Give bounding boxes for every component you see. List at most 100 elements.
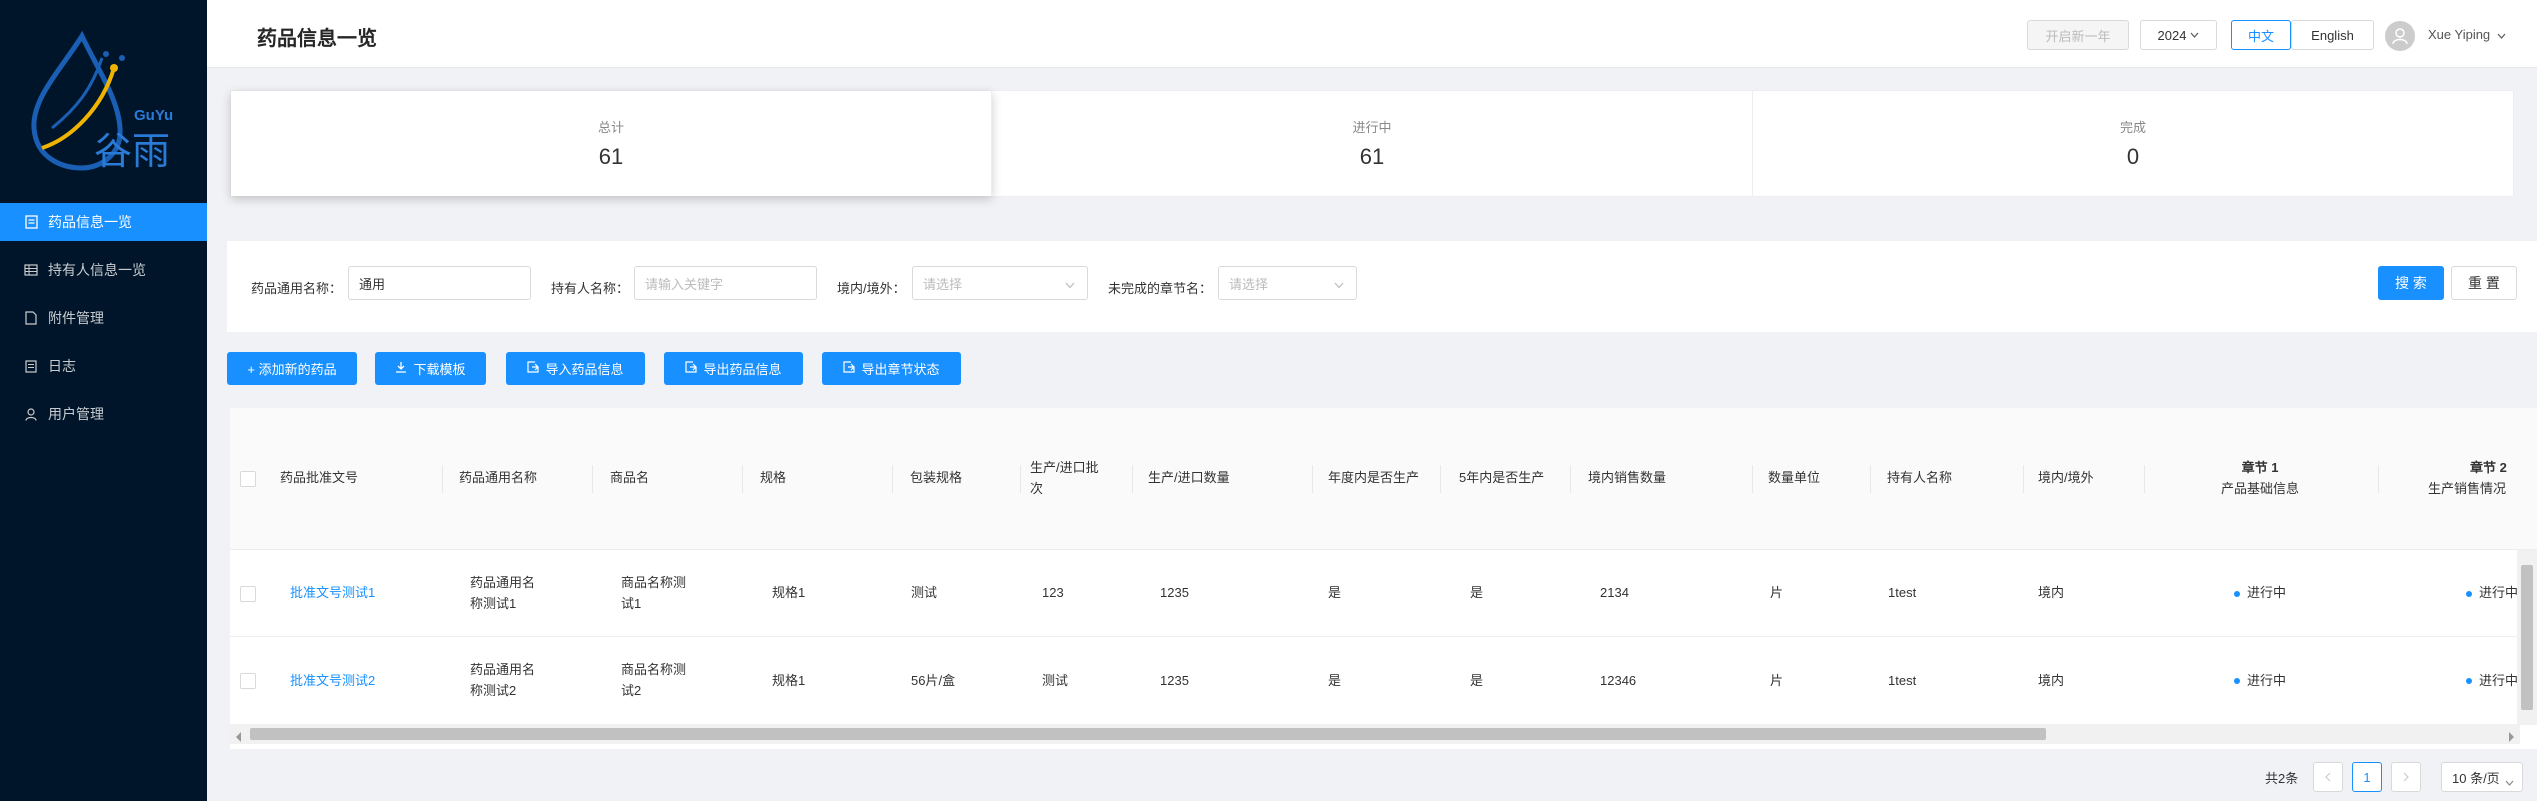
domestic-placeholder: 请选择 (923, 276, 963, 292)
trade-name-line1: 商品名称测 (621, 574, 687, 590)
row-select-cell (240, 551, 256, 636)
year-select[interactable]: 2024 (2140, 20, 2217, 50)
th-batch-line1: 生产/进口批 (1030, 459, 1099, 475)
next-page-button[interactable] (2391, 762, 2421, 792)
export-icon (685, 361, 698, 376)
cell-quantity: 1235 (1160, 672, 1189, 688)
add-drug-button[interactable]: + 添加新的药品 (227, 352, 357, 385)
start-new-year-button[interactable]: 开启新一年 (2027, 20, 2129, 50)
column-divider (892, 465, 893, 493)
export-icon (843, 361, 856, 376)
download-icon (395, 361, 407, 376)
sidebar-item-drug-info[interactable]: 药品信息一览 (0, 203, 207, 241)
th-domestic-sales[interactable]: 境内销售数量 (1588, 408, 1666, 549)
column-divider (1870, 465, 1871, 493)
cell-generic-name: 药品通用名 称测试1 (470, 551, 535, 636)
th-chapter-1[interactable]: 章节 1 产品基础信息 (2144, 408, 2376, 549)
page-size-select[interactable]: 10 条/页 (2441, 762, 2523, 792)
search-button[interactable]: 搜 索 (2378, 266, 2444, 300)
th-chapter-2[interactable]: 章节 2 生产销售情况 (2428, 408, 2507, 549)
cell-spec: 规格1 (772, 672, 806, 688)
vertical-scrollbar[interactable] (2517, 550, 2537, 725)
import-drug-button[interactable]: 导入药品信息 (506, 352, 645, 385)
year-value: 2024 (2157, 27, 2187, 43)
chapter1-status: 进行中 (2246, 585, 2286, 601)
cell-package: 测试 (911, 585, 938, 601)
select-all-checkbox[interactable] (240, 470, 256, 487)
column-divider (1132, 465, 1133, 493)
download-template-button[interactable]: 下载模板 (375, 352, 486, 385)
column-divider (1312, 465, 1313, 493)
th-trade-name[interactable]: 商品名 (610, 408, 649, 549)
approval-no-link[interactable]: 批准文号测试1 (290, 551, 375, 636)
th-five-year-produced[interactable]: 5年内是否生产 (1459, 408, 1544, 549)
cell-domestic-sales: 2134 (1600, 585, 1629, 601)
log-icon (24, 359, 38, 373)
th-domestic[interactable]: 境内/境外 (2038, 408, 2094, 549)
avatar[interactable] (2385, 21, 2415, 51)
generic-name-input[interactable]: 通用 (348, 266, 531, 300)
approval-no-link[interactable]: 批准文号测试2 (290, 638, 375, 724)
cell-year-produced: 是 (1328, 672, 1342, 688)
horizontal-scroll-thumb[interactable] (250, 728, 2046, 740)
th-year-produced[interactable]: 年度内是否生产 (1328, 408, 1419, 549)
th-spec[interactable]: 规格 (760, 408, 786, 549)
import-icon (527, 361, 540, 376)
page-size-value: 10 条/页 (2452, 770, 2500, 786)
holder-input[interactable]: 请输入关键字 (634, 266, 817, 300)
vertical-scroll-thumb[interactable] (2521, 565, 2533, 710)
row-checkbox[interactable] (240, 673, 256, 689)
stat-complete[interactable]: 完成 0 (1753, 91, 2513, 196)
chapter2-title: 章节 2 (2470, 459, 2507, 475)
cell-batch: 测试 (1042, 672, 1069, 688)
scroll-left-arrow-icon[interactable] (236, 729, 242, 745)
page-number-button[interactable]: 1 (2352, 762, 2382, 792)
table-icon (24, 263, 38, 277)
th-unit[interactable]: 数量单位 (1768, 408, 1820, 549)
th-package[interactable]: 包装规格 (910, 408, 962, 549)
sidebar-item-attachments[interactable]: 附件管理 (0, 299, 207, 337)
sidebar-item-log[interactable]: 日志 (0, 347, 207, 385)
cell-domestic: 境内 (2038, 672, 2065, 688)
th-holder[interactable]: 持有人名称 (1887, 408, 1952, 549)
column-divider (1020, 465, 1021, 493)
export-chapter-button[interactable]: 导出章节状态 (822, 352, 961, 385)
horizontal-scrollbar[interactable] (230, 724, 2520, 744)
column-divider (742, 465, 743, 493)
stat-value: 61 (598, 144, 624, 169)
stat-label: 进行中 (1352, 120, 1392, 135)
domestic-label: 境内/境外： (837, 281, 906, 296)
lang-cn-button[interactable]: 中文 (2231, 20, 2291, 50)
th-approval-no[interactable]: 药品批准文号 (280, 408, 358, 549)
stat-in-progress[interactable]: 进行中 61 (992, 91, 1753, 196)
export-drug-button[interactable]: 导出药品信息 (664, 352, 803, 385)
row-checkbox[interactable] (240, 585, 256, 602)
sidebar-item-holder-info[interactable]: 持有人信息一览 (0, 251, 207, 289)
lang-en-button[interactable]: English (2291, 20, 2374, 50)
sidebar-item-users[interactable]: 用户管理 (0, 395, 207, 433)
chevron-left-icon (2325, 772, 2331, 782)
th-batch[interactable]: 生产/进口批 次 (1030, 408, 1099, 549)
cell-quantity: 1235 (1160, 585, 1189, 601)
th-batch-line2: 次 (1030, 480, 1044, 496)
top-header: 药品信息一览 开启新一年 2024 中文 English Xue Yiping (207, 0, 2537, 68)
table-row[interactable]: 批准文号测试1 药品通用名 称测试1 商品名称测 试1 规格1 测试 123 1… (230, 551, 2537, 637)
stat-total[interactable]: 总计 61 (231, 91, 992, 196)
user-menu[interactable]: Xue Yiping (2428, 27, 2506, 42)
domestic-select[interactable]: 请选择 (912, 266, 1088, 300)
th-generic-name[interactable]: 药品通用名称 (459, 408, 537, 549)
brand-logo: GuYu 谷雨 (0, 0, 207, 200)
prev-page-button[interactable] (2313, 762, 2343, 792)
row-select-cell (240, 638, 256, 724)
cell-chapter-1: 进行中 (2144, 638, 2376, 724)
cell-holder: 1test (1888, 672, 1917, 688)
reset-button[interactable]: 重 置 (2451, 266, 2517, 300)
raindrop-logo-icon: GuYu 谷雨 (31, 30, 173, 173)
cell-chapter-1: 进行中 (2144, 551, 2376, 636)
user-avatar-icon (2392, 28, 2408, 45)
chapter-select[interactable]: 请选择 (1218, 266, 1357, 300)
table-row[interactable]: 批准文号测试2 药品通用名 称测试2 商品名称测 试2 规格1 56片/盒 测试… (230, 638, 2537, 724)
scroll-right-arrow-icon[interactable] (2508, 729, 2514, 745)
th-quantity[interactable]: 生产/进口数量 (1148, 408, 1230, 549)
page-title: 药品信息一览 (257, 28, 377, 50)
